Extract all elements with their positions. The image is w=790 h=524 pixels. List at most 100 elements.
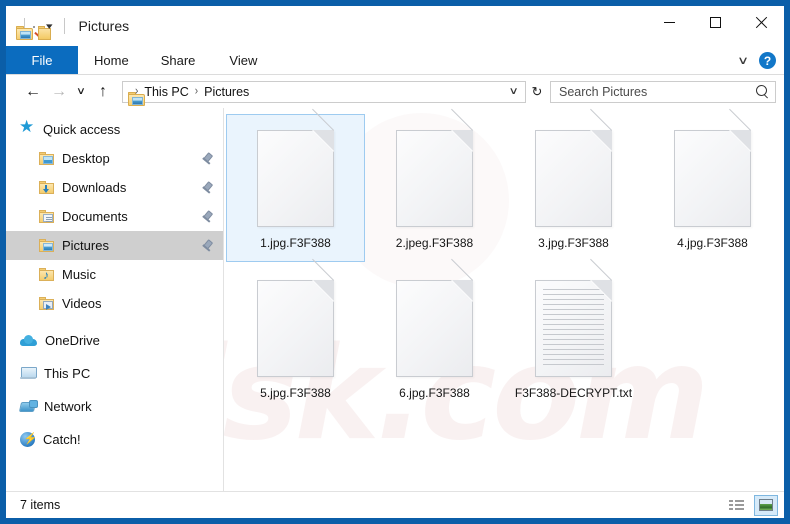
search-input[interactable]: Search Pictures	[550, 80, 776, 103]
tab-home[interactable]: Home	[78, 46, 145, 74]
sidebar-item-network[interactable]: Network	[6, 392, 223, 421]
file-thumbnail	[248, 108, 344, 233]
sidebar-item-pictures[interactable]: Pictures	[6, 231, 223, 260]
file-item[interactable]: 1.jpg.F3F388	[226, 108, 365, 262]
title-bar: ▾ Pictures	[6, 6, 784, 46]
file-thumbnail	[526, 258, 622, 383]
downloads-folder-icon	[39, 181, 54, 194]
sidebar-item-label: Documents	[62, 209, 128, 224]
sidebar-item-label: Desktop	[62, 151, 110, 166]
sidebar-item-downloads[interactable]: Downloads	[6, 173, 223, 202]
pin-icon[interactable]	[201, 211, 213, 223]
blank-document-icon	[396, 108, 473, 227]
minimize-button[interactable]	[646, 6, 692, 38]
text-document-icon	[535, 258, 612, 377]
catch-app-icon	[20, 432, 37, 447]
large-icons-view-button[interactable]	[754, 494, 778, 516]
breadcrumb-separator-icon: ›	[135, 85, 139, 98]
breadcrumb-pictures[interactable]: Pictures	[202, 85, 251, 99]
help-button[interactable]: ?	[759, 52, 776, 69]
sidebar-item-label: Pictures	[62, 238, 109, 253]
file-name-label: 4.jpg.F3F388	[677, 236, 748, 250]
file-name-label: 2.jpeg.F3F388	[395, 236, 474, 250]
ribbon-right-controls: ∨ ?	[734, 46, 780, 75]
file-thumbnail	[248, 258, 344, 383]
file-grid: 1.jpg.F3F388 2.jpeg.F3F388 3.jpg.F3F388 …	[224, 108, 784, 414]
computer-icon	[20, 367, 37, 380]
window-controls	[646, 6, 784, 38]
recent-locations-chevron-icon[interactable]: ∨	[69, 79, 93, 105]
file-item[interactable]: 5.jpg.F3F388	[226, 258, 365, 412]
refresh-button[interactable]: ↻	[526, 81, 548, 103]
blank-document-icon	[257, 258, 334, 377]
tab-view[interactable]: View	[211, 46, 275, 74]
item-count-label: 7 items	[20, 498, 61, 512]
file-name-label: 1.jpg.F3F388	[260, 236, 331, 250]
customize-qat-chevron-icon[interactable]: ▾	[40, 21, 58, 31]
file-item[interactable]: F3F388-DECRYPT.txt	[504, 258, 643, 412]
navigation-pane[interactable]: Quick access Desktop Downloads Documents	[6, 108, 224, 491]
file-thumbnail	[526, 108, 622, 233]
desktop-folder-icon	[39, 152, 54, 165]
title-divider	[63, 18, 65, 34]
address-dropdown-chevron-icon[interactable]: ∨	[500, 86, 527, 97]
network-icon	[20, 400, 38, 413]
sidebar-item-label: Network	[44, 399, 92, 414]
star-icon	[19, 118, 35, 137]
file-name-label: 3.jpg.F3F388	[538, 236, 609, 250]
file-item[interactable]: 2.jpeg.F3F388	[365, 108, 504, 262]
sidebar-item-catch[interactable]: Catch!	[6, 425, 223, 454]
window-client-area: ▾ Pictures File Home Share View ∨ ? ← → …	[6, 6, 784, 518]
pin-icon[interactable]	[201, 182, 213, 194]
file-item[interactable]: 4.jpg.F3F388	[643, 108, 782, 262]
sidebar-item-videos[interactable]: Videos	[6, 289, 223, 318]
address-toolbar: ← → ∨ ↑ › This PC › Pictures ∨ ↻ Search …	[6, 75, 784, 108]
maximize-button[interactable]	[692, 6, 738, 38]
sidebar-item-label: This PC	[44, 366, 91, 381]
cloud-icon	[20, 334, 37, 347]
sidebar-item-label: Videos	[62, 296, 102, 311]
details-view-button[interactable]	[724, 495, 748, 516]
up-button[interactable]: ↑	[90, 79, 116, 105]
sidebar-item-quick-access[interactable]: Quick access	[6, 115, 223, 144]
documents-folder-icon	[39, 210, 54, 223]
sidebar-item-label: Downloads	[62, 180, 127, 195]
pictures-folder-icon	[39, 239, 54, 252]
file-list-pane[interactable]: isk.com 1.jpg.F3F388 2.jpeg.F3F388 3.jpg…	[224, 108, 784, 491]
address-bar[interactable]: › This PC › Pictures ∨	[122, 80, 527, 106]
sidebar-item-desktop[interactable]: Desktop	[6, 144, 223, 173]
file-name-label: 6.jpg.F3F388	[399, 386, 470, 400]
videos-folder-icon	[39, 297, 54, 310]
sidebar-item-label: Music	[62, 267, 96, 282]
file-item[interactable]: 6.jpg.F3F388	[365, 258, 504, 412]
sidebar-item-documents[interactable]: Documents	[6, 202, 223, 231]
pin-icon[interactable]	[201, 153, 213, 165]
sidebar-item-this-pc[interactable]: This PC	[6, 359, 223, 388]
file-thumbnail	[387, 108, 483, 233]
ribbon-collapse-chevron-icon[interactable]: ∨	[729, 54, 756, 67]
sidebar-item-label: Catch!	[43, 432, 81, 447]
explorer-body: Quick access Desktop Downloads Documents	[6, 108, 784, 491]
file-thumbnail	[387, 258, 483, 383]
pin-icon[interactable]	[201, 240, 213, 252]
blank-document-icon	[674, 108, 751, 227]
search-placeholder: Search Pictures	[559, 84, 648, 99]
blank-document-icon	[396, 258, 473, 377]
window-title: Pictures	[78, 18, 130, 34]
details-view-icon	[728, 499, 744, 511]
breadcrumb-this-pc[interactable]: This PC	[142, 85, 190, 99]
file-name-label: 5.jpg.F3F388	[260, 386, 331, 400]
quick-access-toolbar: ▾ Pictures	[6, 18, 130, 40]
file-item[interactable]: 3.jpg.F3F388	[504, 108, 643, 262]
sidebar-item-onedrive[interactable]: OneDrive	[6, 326, 223, 355]
tab-file[interactable]: File	[6, 46, 78, 74]
tab-share[interactable]: Share	[145, 46, 212, 74]
sidebar-item-label: OneDrive	[45, 333, 100, 348]
file-name-label: F3F388-DECRYPT.txt	[514, 386, 633, 400]
search-icon[interactable]	[756, 85, 769, 98]
back-button[interactable]: ←	[20, 79, 46, 105]
close-button[interactable]	[738, 6, 784, 38]
ribbon-tab-bar: File Home Share View ∨ ?	[6, 46, 784, 75]
explorer-window: ▾ Pictures File Home Share View ∨ ? ← → …	[0, 0, 790, 524]
sidebar-item-music[interactable]: Music	[6, 260, 223, 289]
